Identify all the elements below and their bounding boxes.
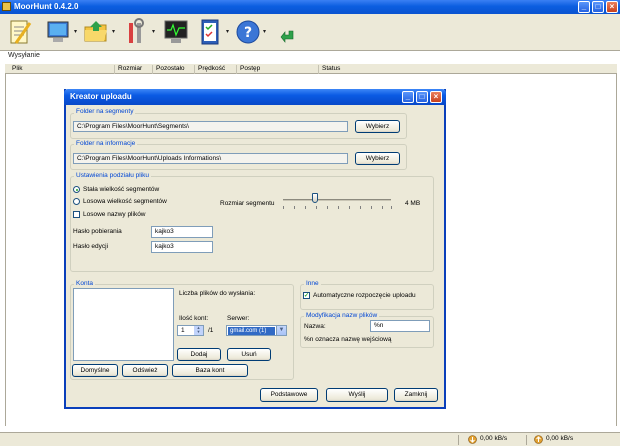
segment-size-value: 4 MB — [405, 200, 421, 207]
monitor-dropdown-icon[interactable]: ▾ — [74, 28, 77, 35]
minimize-button[interactable]: _ — [578, 1, 590, 13]
account-count-label: Ilość kont: — [179, 315, 209, 322]
upload-speed-icon — [534, 435, 543, 446]
other-label: Inne — [304, 280, 321, 287]
fixed-size-radio[interactable] — [73, 186, 80, 193]
info-folder-label: Folder na informacje — [74, 140, 138, 147]
add-account-button[interactable]: Dodaj — [177, 348, 221, 361]
checklist-icon[interactable] — [196, 17, 224, 47]
segments-folder-label: Folder na segmenty — [74, 108, 136, 115]
download-password-input[interactable]: kajko3 — [151, 226, 213, 238]
segments-folder-path[interactable]: C:\Program Files\MoorHunt\Segments\ — [73, 121, 348, 132]
filename-hint: %n oznacza nazwę wejściową — [304, 336, 392, 343]
dialog-maximize-button[interactable]: □ — [416, 91, 428, 103]
auto-start-checkbox[interactable]: ✓ — [303, 292, 310, 299]
slider-tick — [294, 206, 295, 209]
info-folder-path[interactable]: C:\Program Files\MoorHunt\Uploads Inform… — [73, 153, 348, 164]
dialog-close-button[interactable]: × — [430, 91, 442, 103]
status-separator — [526, 435, 527, 445]
account-total: /1 — [208, 327, 214, 334]
toolbar: ▾ ▾ ▾ ▾ ? ▾ — [0, 14, 620, 51]
random-size-radio[interactable] — [73, 198, 80, 205]
checklist-dropdown-icon[interactable]: ▾ — [226, 28, 229, 35]
monitor-icon[interactable] — [44, 17, 72, 47]
app-icon — [2, 2, 11, 11]
random-names-checkbox[interactable] — [73, 211, 80, 218]
basic-button[interactable]: Podstawowe — [260, 388, 318, 402]
dialog-titlebar: Kreator uploadu _ □ × — [64, 89, 446, 105]
slider-tick — [305, 206, 306, 209]
random-size-label: Losowa wielkość segmentów — [83, 198, 167, 205]
tools-icon[interactable] — [121, 17, 149, 47]
folder-icon[interactable] — [82, 17, 110, 47]
upload-section-label: Wysyłanie — [8, 52, 40, 59]
download-speed-icon — [468, 435, 477, 446]
slider-tick — [371, 206, 372, 209]
activity-monitor-icon[interactable] — [162, 17, 190, 47]
upload-speed: 0,00 kB/s — [546, 435, 574, 442]
slider-tick — [349, 206, 350, 209]
svg-text:?: ? — [244, 25, 252, 41]
tools-dropdown-icon[interactable]: ▾ — [152, 28, 155, 35]
list-header: Plik Rozmiar Pozostało Prędkość Postęp S… — [5, 63, 617, 75]
split-settings-label: Ustawienia podziału pliku — [74, 172, 151, 179]
remove-account-button[interactable]: Usuń — [227, 348, 271, 361]
download-arrow-icon[interactable] — [280, 28, 296, 44]
status-separator — [458, 435, 459, 445]
help-dropdown-icon[interactable]: ▾ — [263, 28, 266, 35]
download-speed: 0,00 kB/s — [480, 435, 508, 442]
accounts-database-button[interactable]: Baza kont — [172, 364, 248, 377]
filename-name-label: Nazwa: — [304, 323, 326, 330]
stepper-arrows-icon[interactable]: ▲ ▼ — [194, 326, 203, 335]
main-titlebar: MoorHunt 0.4.2.0 _ □ × — [0, 0, 620, 14]
chevron-down-icon[interactable]: ▼ — [276, 326, 286, 335]
close-dialog-button[interactable]: Zamknij — [394, 388, 438, 402]
edit-password-input[interactable]: kajko3 — [151, 241, 213, 253]
dialog-minimize-button[interactable]: _ — [402, 91, 414, 103]
download-password-label: Hasło pobierania — [73, 228, 122, 235]
server-selected-value: gmail.com (1) — [228, 327, 275, 335]
close-button[interactable]: × — [606, 1, 618, 13]
accounts-list[interactable] — [73, 288, 174, 361]
edit-password-label: Hasło edycji — [73, 243, 109, 250]
filename-mod-label: Modyfikacja nazw plików — [304, 312, 380, 319]
accounts-label: Konta — [74, 280, 95, 287]
slider-tick — [338, 206, 339, 209]
slider-tick — [360, 206, 361, 209]
segment-size-label: Rozmiar segmentu — [220, 200, 275, 207]
auto-start-label: Automatyczne rozpoczęcie uploadu — [313, 292, 416, 299]
slider-tick — [327, 206, 328, 209]
slider-tick — [283, 206, 284, 209]
server-label: Serwer: — [227, 315, 250, 322]
files-to-send-label: Liczba plików do wysłania: — [179, 290, 256, 297]
segments-folder-browse-button[interactable]: Wybierz — [355, 120, 400, 133]
info-folder-browse-button[interactable]: Wybierz — [355, 152, 400, 165]
window-title: MoorHunt 0.4.2.0 — [14, 2, 79, 11]
refresh-button[interactable]: Odśwież — [122, 364, 168, 377]
slider-tick — [382, 206, 383, 209]
slider-tick — [391, 206, 392, 209]
help-icon[interactable]: ? — [234, 17, 262, 47]
notepad-icon[interactable] — [6, 17, 34, 47]
fixed-size-label: Stała wielkość segmentów — [83, 186, 160, 193]
server-select[interactable]: gmail.com (1) ▼ — [226, 325, 287, 336]
folder-dropdown-icon[interactable]: ▾ — [112, 28, 115, 35]
send-button[interactable]: Wyślij — [326, 388, 388, 402]
segment-size-slider-thumb[interactable] — [312, 193, 318, 203]
maximize-button[interactable]: □ — [592, 1, 604, 13]
random-names-label: Losowe nazwy plików — [83, 211, 146, 218]
default-button[interactable]: Domyślne — [72, 364, 118, 377]
segment-size-slider-track[interactable] — [283, 199, 391, 201]
dialog-title: Kreator uploadu — [70, 92, 132, 101]
filename-name-input[interactable]: %n — [370, 320, 430, 332]
slider-tick — [316, 206, 317, 209]
statusbar: 0,00 kB/s 0,00 kB/s — [0, 432, 620, 446]
